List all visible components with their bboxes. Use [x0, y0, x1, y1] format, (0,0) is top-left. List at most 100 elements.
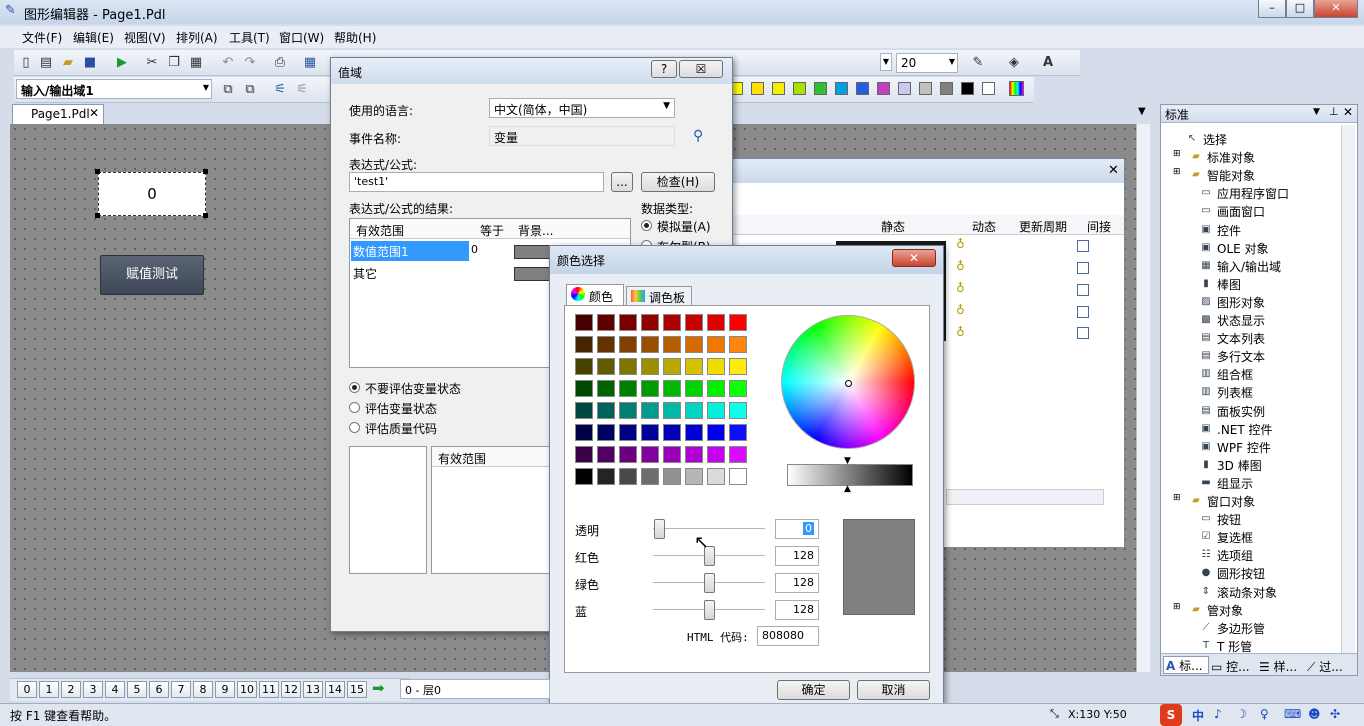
selection-handle[interactable]	[95, 169, 100, 174]
tree-item[interactable]: 窗口对象	[1207, 493, 1255, 510]
basic-color-cell[interactable]	[641, 380, 659, 397]
selection-handle[interactable]	[203, 169, 208, 174]
menu-tools[interactable]: 工具(T)	[229, 29, 270, 46]
layer-button[interactable]: 11	[259, 681, 279, 698]
tree-item[interactable]: 输入/输出域	[1217, 258, 1281, 275]
basic-color-cell[interactable]	[597, 358, 615, 375]
tree-item[interactable]: 画面窗口	[1217, 203, 1265, 220]
basic-color-cell[interactable]	[707, 358, 725, 375]
run-icon[interactable]: ▶	[114, 55, 130, 71]
tree-item[interactable]: OLE 对象	[1217, 240, 1269, 257]
tree-item[interactable]: 选项组	[1217, 547, 1253, 564]
basic-color-cell[interactable]	[685, 468, 703, 485]
alpha-slider[interactable]	[653, 528, 765, 530]
basic-color-cell[interactable]	[685, 380, 703, 397]
tree-item[interactable]: 列表框	[1217, 384, 1253, 401]
panel-tab-process[interactable]: ⟋ 过...	[1307, 658, 1343, 675]
menu-edit[interactable]: 编辑(E)	[73, 29, 114, 46]
wand-disabled-icon[interactable]: ⚟	[294, 82, 310, 98]
basic-color-cell[interactable]	[641, 468, 659, 485]
no-eval-radio[interactable]	[349, 382, 360, 393]
close-tab-icon[interactable]: ✕	[89, 106, 99, 120]
bulb-icon[interactable]: ♁	[956, 237, 965, 251]
assign-test-button[interactable]: 赋值测试	[100, 255, 204, 295]
properties-hscrollbar[interactable]	[946, 489, 1104, 505]
line-color-icon[interactable]: ✎	[970, 55, 986, 71]
basic-color-cell[interactable]	[641, 446, 659, 463]
palette-swatch[interactable]	[814, 82, 827, 95]
panel-vscrollbar[interactable]	[1341, 125, 1355, 671]
new-icon[interactable]: ▯	[18, 55, 34, 71]
tree-item[interactable]: 管对象	[1207, 602, 1243, 619]
palette-swatch[interactable]	[772, 82, 785, 95]
help-button[interactable]: ?	[651, 60, 677, 78]
layer-button[interactable]: 8	[193, 681, 213, 698]
basic-color-cell[interactable]	[663, 380, 681, 397]
mic-icon[interactable]: ♀	[1260, 707, 1269, 721]
panel-menu-icon[interactable]: ▼	[1313, 107, 1320, 117]
basic-color-cell[interactable]	[641, 336, 659, 353]
bulb-icon[interactable]: ♁	[956, 281, 965, 295]
doc-menu-arrow[interactable]: ▼	[1138, 106, 1146, 117]
layer-button[interactable]: 1	[39, 681, 59, 698]
basic-color-cell[interactable]	[619, 336, 637, 353]
layer-button[interactable]: 6	[149, 681, 169, 698]
io-field-object[interactable]: 0	[98, 172, 206, 216]
layer-button[interactable]: 14	[325, 681, 345, 698]
basic-color-cell[interactable]	[685, 446, 703, 463]
tree-item[interactable]: 面板实例	[1217, 403, 1265, 420]
html-code-input[interactable]: 808080	[757, 626, 819, 646]
panel-close-icon[interactable]: ✕	[1343, 105, 1353, 119]
basic-color-cell[interactable]	[619, 446, 637, 463]
panel-tab-styles[interactable]: ☰ 样...	[1259, 658, 1297, 675]
paste-icon[interactable]: ▦	[188, 55, 204, 71]
palette-swatch[interactable]	[835, 82, 848, 95]
basic-color-cell[interactable]	[685, 402, 703, 419]
red-input[interactable]: 128	[775, 546, 819, 566]
brightness-bar[interactable]	[787, 464, 913, 486]
basic-color-cell[interactable]	[707, 468, 725, 485]
tree-item[interactable]: 选择	[1203, 131, 1227, 148]
palette-swatch[interactable]	[877, 82, 890, 95]
basic-color-cell[interactable]	[575, 358, 593, 375]
basic-color-cell[interactable]	[619, 468, 637, 485]
tree-item[interactable]: .NET 控件	[1217, 421, 1273, 438]
basic-color-cell[interactable]	[685, 358, 703, 375]
user-icon[interactable]: ☻	[1308, 707, 1321, 721]
layer-button[interactable]: 12	[281, 681, 301, 698]
brightness-marker[interactable]: ▲	[844, 484, 851, 494]
indirect-checkbox[interactable]	[1077, 262, 1089, 274]
menu-file[interactable]: 文件(F)	[22, 29, 62, 46]
basic-color-cell[interactable]	[685, 336, 703, 353]
cancel-button[interactable]: 取消	[857, 680, 930, 700]
grid-icon[interactable]: ▦	[302, 55, 318, 71]
brightness-marker[interactable]: ▼	[844, 456, 851, 466]
basic-color-cell[interactable]	[663, 446, 681, 463]
table-row[interactable]: 其它	[351, 263, 469, 283]
tree-item[interactable]: 智能对象	[1207, 167, 1255, 184]
layer-button[interactable]: 5	[127, 681, 147, 698]
tree-item[interactable]: 组显示	[1217, 475, 1253, 492]
layer-button[interactable]: 9	[215, 681, 235, 698]
basic-color-cell[interactable]	[663, 358, 681, 375]
group-icon[interactable]: ⧉	[242, 82, 258, 98]
expand-icon[interactable]: ⊞	[1173, 149, 1181, 159]
blue-slider-thumb[interactable]	[704, 600, 715, 620]
basic-color-cell[interactable]	[641, 358, 659, 375]
basic-color-cell[interactable]	[619, 380, 637, 397]
dialog-close-button[interactable]: ☒	[679, 60, 723, 78]
tab-palette[interactable]: 调色板	[626, 286, 692, 306]
tree-item[interactable]: 圆形按钮	[1217, 565, 1265, 582]
basic-color-cell[interactable]	[619, 358, 637, 375]
basic-color-cell[interactable]	[575, 468, 593, 485]
selection-handle[interactable]	[203, 213, 208, 218]
tree-item[interactable]: 棒图	[1217, 276, 1241, 293]
table-row[interactable]: 数值范围1	[351, 241, 469, 261]
tree-item[interactable]: 多行文本	[1217, 348, 1265, 365]
arrow-right-icon[interactable]: ➡	[372, 679, 385, 697]
pin-icon[interactable]: ⊥	[1329, 105, 1339, 118]
panel-tab-controls[interactable]: ▭ 控...	[1211, 658, 1250, 675]
expand-icon[interactable]: ⊞	[1173, 167, 1181, 177]
basic-color-cell[interactable]	[707, 380, 725, 397]
tab-color[interactable]: 颜色	[566, 284, 624, 306]
